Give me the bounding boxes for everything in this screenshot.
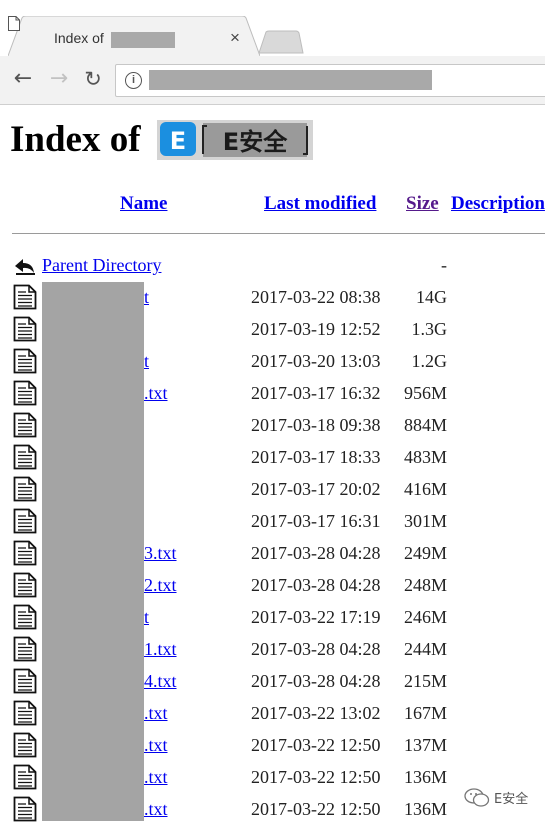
browser-tab[interactable]: Index of × <box>8 16 260 57</box>
column-header-description[interactable]: Description <box>451 193 545 215</box>
text-file-icon <box>13 572 37 598</box>
file-modified: 2017-03-28 04:28 <box>251 671 381 691</box>
new-tab-button[interactable] <box>258 30 304 54</box>
text-file-icon <box>13 348 37 374</box>
text-file-icon <box>13 668 37 694</box>
file-size: 248M <box>403 575 447 595</box>
redacted-filenames <box>42 282 144 821</box>
file-size: 246M <box>403 607 447 627</box>
file-size: 416M <box>403 479 447 499</box>
file-modified: 2017-03-22 08:38 <box>251 287 381 307</box>
text-file-icon <box>13 764 37 790</box>
text-file-icon <box>13 380 37 406</box>
text-file-icon <box>13 796 37 822</box>
file-modified: 2017-03-22 12:50 <box>251 767 381 787</box>
file-size: 14G <box>416 287 447 307</box>
parent-directory-link[interactable]: Parent Directory <box>42 255 161 276</box>
toolbar: ← → ↻ i <box>0 56 545 104</box>
file-size: 249M <box>403 543 447 563</box>
text-file-icon <box>13 412 37 438</box>
info-icon[interactable]: i <box>125 72 142 89</box>
file-size: 301M <box>403 511 447 531</box>
text-file-icon <box>13 540 37 566</box>
column-header-last-modified[interactable]: Last modified <box>264 193 376 215</box>
file-size: 483M <box>403 447 447 467</box>
file-size: 136M <box>403 799 447 819</box>
file-modified: 2017-03-17 18:33 <box>251 447 381 467</box>
text-file-icon <box>13 732 37 758</box>
file-modified: 2017-03-17 16:31 <box>251 511 381 531</box>
text-file-icon <box>13 476 37 502</box>
parent-directory-row: Parent Directory - <box>0 250 545 282</box>
document-icon <box>8 16 20 31</box>
wechat-watermark: E安全 <box>464 786 545 810</box>
file-modified: 2017-03-22 12:50 <box>251 735 381 755</box>
header-divider <box>12 233 545 234</box>
file-modified: 2017-03-20 13:03 <box>251 351 381 371</box>
file-modified: 2017-03-22 17:19 <box>251 607 381 627</box>
file-modified: 2017-03-19 12:52 <box>251 319 381 339</box>
wechat-icon <box>464 788 490 807</box>
file-modified: 2017-03-17 16:32 <box>251 383 381 403</box>
file-modified: 2017-03-28 04:28 <box>251 543 381 563</box>
column-header-name[interactable]: Name <box>120 193 167 215</box>
redacted-tab-text <box>111 32 175 48</box>
file-size: 136M <box>403 767 447 787</box>
svg-text:E: E <box>170 127 186 155</box>
browser-chrome: Index of × ← → ↻ i <box>0 0 545 105</box>
forward-icon[interactable]: → <box>46 66 72 92</box>
text-file-icon <box>13 284 37 310</box>
file-size: 956M <box>403 383 447 403</box>
file-size: 884M <box>403 415 447 435</box>
file-modified: 2017-03-22 12:50 <box>251 799 381 819</box>
reload-icon[interactable]: ↻ <box>80 66 106 92</box>
file-size: 137M <box>403 735 447 755</box>
svg-text:E安全: E安全 <box>223 128 288 156</box>
file-modified: 2017-03-28 04:28 <box>251 639 381 659</box>
page-title: Index of <box>10 119 141 160</box>
back-arrow-icon <box>15 259 35 275</box>
back-icon[interactable]: ← <box>10 66 36 92</box>
file-size: 1.2G <box>411 351 448 371</box>
file-size: 1.3G <box>411 319 448 339</box>
file-modified: 2017-03-18 09:38 <box>251 415 381 435</box>
text-file-icon <box>13 700 37 726</box>
watermark-text: E安全 <box>494 792 529 807</box>
text-file-icon <box>13 508 37 534</box>
file-size: 244M <box>403 639 447 659</box>
file-modified: 2017-03-17 20:02 <box>251 479 381 499</box>
text-file-icon <box>13 636 37 662</box>
close-icon[interactable]: × <box>230 28 240 48</box>
address-bar[interactable]: i <box>115 64 545 97</box>
text-file-icon <box>13 604 37 630</box>
text-file-icon <box>13 316 37 342</box>
file-size: 215M <box>403 671 447 691</box>
parent-size: - <box>441 255 447 275</box>
tab-strip: Index of × <box>0 0 545 57</box>
tab-title: Index of <box>54 30 104 46</box>
file-modified: 2017-03-28 04:28 <box>251 575 381 595</box>
file-size: 167M <box>403 703 447 723</box>
file-modified: 2017-03-22 13:02 <box>251 703 381 723</box>
e-anquan-logo: E E安全 <box>157 120 313 160</box>
column-header-size[interactable]: Size <box>406 193 439 215</box>
redacted-url <box>149 70 432 90</box>
text-file-icon <box>13 444 37 470</box>
